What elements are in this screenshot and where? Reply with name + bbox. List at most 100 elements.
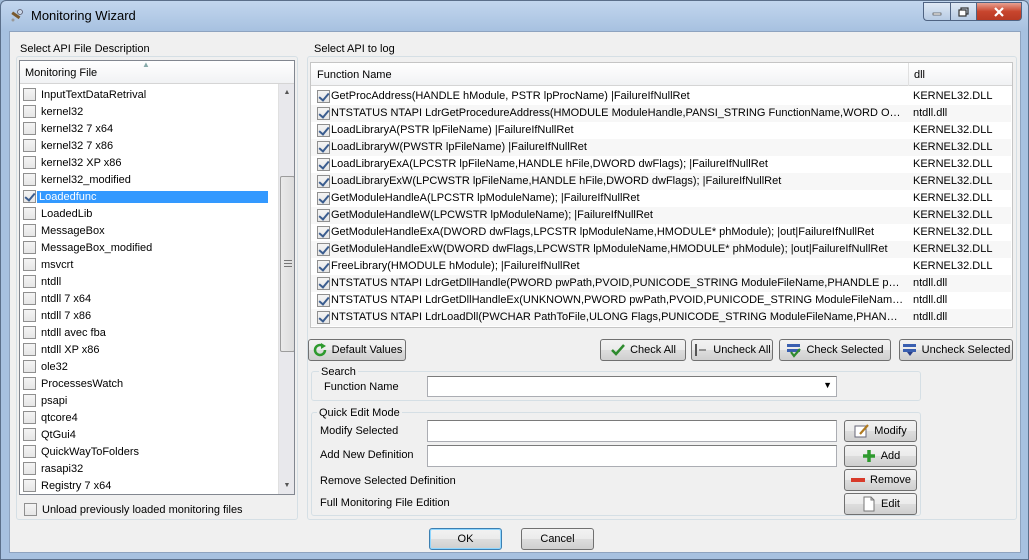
remove-button[interactable]: Remove [844,469,917,491]
list-item[interactable]: ntdll [23,273,61,290]
add-definition-input[interactable] [427,445,837,467]
list-item-checkbox[interactable] [23,275,36,288]
table-row[interactable]: GetModuleHandleW(LPCWSTR lpModuleName); … [311,207,1011,224]
row-checkbox[interactable] [317,141,330,154]
list-item[interactable]: QtGui4 [23,426,76,443]
api-table[interactable]: Function Name dll GetProcAddress(HANDLE … [310,62,1013,328]
list-item[interactable]: ntdll avec fba [23,324,106,341]
table-row[interactable]: NTSTATUS NTAPI LdrGetDllHandleEx(UNKNOWN… [311,292,1011,309]
row-checkbox[interactable] [317,226,330,239]
list-item-checkbox[interactable] [23,258,36,271]
list-item-checkbox[interactable] [23,428,36,441]
maximize-button[interactable] [950,2,976,21]
check-selected-button[interactable]: Check Selected [779,339,891,361]
list-item-checkbox[interactable] [23,479,36,492]
list-item[interactable]: ntdll XP x86 [23,341,100,358]
cancel-button[interactable]: Cancel [521,528,594,550]
row-checkbox[interactable] [317,294,330,307]
list-item-checkbox[interactable] [23,292,36,305]
row-checkbox[interactable] [317,209,330,222]
ok-button[interactable]: OK [429,528,502,550]
list-item[interactable]: LoadedLib [23,205,92,222]
table-row[interactable]: LoadLibraryExW(LPCWSTR lpFileName,HANDLE… [311,173,1011,190]
table-row[interactable]: NTSTATUS NTAPI LdrGetProcedureAddress(HM… [311,105,1011,122]
list-item-checkbox[interactable] [23,394,36,407]
list-item-checkbox[interactable] [23,105,36,118]
list-item-checkbox[interactable] [23,360,36,373]
row-checkbox[interactable] [317,90,330,103]
row-checkbox[interactable] [317,260,330,273]
table-row[interactable]: GetModuleHandleExW(DWORD dwFlags,LPCWSTR… [311,241,1011,258]
monitoring-file-list[interactable]: ▲ Monitoring File InputTextDataRetrival k… [19,60,295,495]
list-item[interactable]: ntdll 7 x64 [23,290,91,307]
list-item[interactable]: MessageBox [23,222,105,239]
list-item-checkbox[interactable] [23,411,36,424]
list-item[interactable]: kernel32 [23,103,83,120]
modify-selected-input[interactable] [427,420,837,442]
table-row[interactable]: GetProcAddress(HANDLE hModule, PSTR lpPr… [311,88,1011,105]
table-row[interactable]: FreeLibrary(HMODULE hModule); |FailureIf… [311,258,1011,275]
list-item[interactable]: QuickWayToFolders [23,443,139,460]
dll-column[interactable]: dll [914,69,925,81]
list-item-checkbox[interactable] [23,326,36,339]
table-row[interactable]: NTSTATUS NTAPI LdrGetDllHandle(PWORD pwP… [311,275,1011,292]
edit-button[interactable]: Edit [844,493,917,515]
uncheck-selected-button[interactable]: Uncheck Selected [899,339,1013,361]
title-bar[interactable]: Monitoring Wizard [1,1,1028,31]
row-checkbox[interactable] [317,243,330,256]
function-name-column[interactable]: Function Name [317,69,392,81]
dropdown-arrow-icon[interactable]: ▼ [823,380,832,390]
function-name-combo[interactable]: ▼ [427,376,837,397]
list-item[interactable]: MessageBox_modified [23,239,152,256]
modify-button[interactable]: Modify [844,420,917,442]
list-item[interactable]: qtcore4 [23,409,78,426]
list-item[interactable]: ProcessesWatch [23,375,123,392]
list-item-checkbox[interactable] [23,343,36,356]
minimize-button[interactable] [923,2,950,21]
monitoring-file-header[interactable]: ▲ Monitoring File [20,61,294,84]
list-item[interactable]: ole32 [23,358,68,375]
list-item-checkbox[interactable] [23,139,36,152]
table-row[interactable]: LoadLibraryA(PSTR lpFileName) |FailureIf… [311,122,1011,139]
list-item-checkbox[interactable] [23,88,36,101]
table-row[interactable]: LoadLibraryExA(LPCSTR lpFileName,HANDLE … [311,156,1011,173]
list-item-checkbox[interactable] [23,462,36,475]
list-item[interactable]: kernel32_modified [23,171,131,188]
uncheck-all-button[interactable]: Uncheck All [691,339,773,361]
list-item-checkbox[interactable] [23,445,36,458]
table-row[interactable]: NTSTATUS NTAPI LdrLoadDll(PWCHAR PathToF… [311,309,1011,326]
monitoring-file-scrollbar[interactable]: ▲ ▼ [278,84,294,494]
list-item-checkbox[interactable] [23,122,36,135]
scroll-up-icon[interactable]: ▲ [279,84,294,101]
list-item[interactable]: rasapi32 [23,460,83,477]
row-checkbox[interactable] [317,158,330,171]
scroll-down-icon[interactable]: ▼ [279,477,294,494]
row-checkbox[interactable] [317,192,330,205]
row-checkbox[interactable] [317,311,330,324]
list-item[interactable]: InputTextDataRetrival [23,86,146,103]
list-item[interactable]: kernel32 7 x86 [23,137,113,154]
row-checkbox[interactable] [317,277,330,290]
close-button[interactable] [976,2,1022,21]
list-item[interactable]: ntdll 7 x86 [23,307,91,324]
unload-checkbox[interactable] [24,503,37,516]
row-checkbox[interactable] [317,124,330,137]
list-item-checkbox[interactable] [23,224,36,237]
list-item-checkbox[interactable] [23,207,36,220]
list-item[interactable]: msvcrt [23,256,73,273]
list-item-checkbox[interactable] [23,156,36,169]
list-item-checkbox[interactable] [23,173,36,186]
row-checkbox[interactable] [317,107,330,120]
list-item-checkbox[interactable] [23,190,36,203]
table-row[interactable]: LoadLibraryW(PWSTR lpFileName) |FailureI… [311,139,1011,156]
check-all-button[interactable]: Check All [600,339,686,361]
table-row[interactable]: GetModuleHandleA(LPCSTR lpModuleName); |… [311,190,1011,207]
list-item-checkbox[interactable] [23,241,36,254]
list-item[interactable]: Registry 7 x64 [23,477,111,494]
table-row[interactable]: GetModuleHandleExA(DWORD dwFlags,LPCSTR … [311,224,1011,241]
list-item-checkbox[interactable] [23,377,36,390]
unload-checkbox-row[interactable]: Unload previously loaded monitoring file… [24,501,243,518]
add-button[interactable]: Add [844,445,917,467]
list-item[interactable]: kernel32 7 x64 [23,120,113,137]
list-item[interactable]: psapi [23,392,67,409]
